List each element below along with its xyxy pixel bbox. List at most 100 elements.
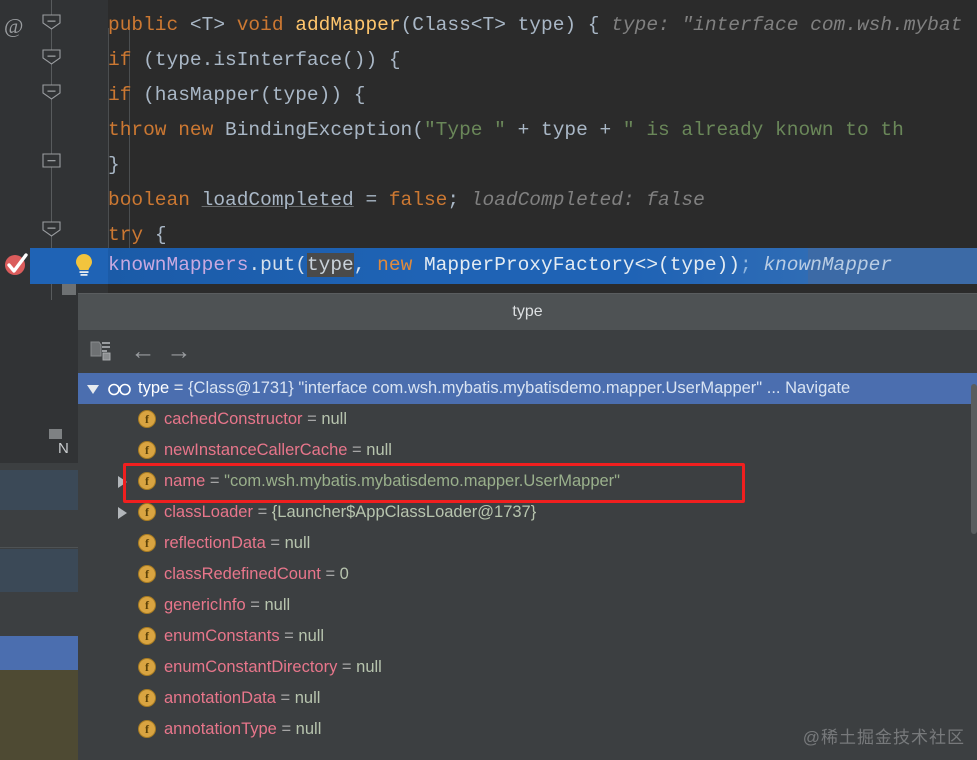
- field-icon: f: [138, 627, 156, 645]
- navigate-forward-icon[interactable]: →: [164, 334, 194, 368]
- code-token: throw new: [108, 119, 226, 141]
- variable-equals: =: [341, 658, 357, 676]
- variable-row-text: enumConstants = null: [164, 621, 324, 652]
- variable-equals: =: [209, 472, 225, 490]
- variable-name: classLoader: [164, 503, 258, 521]
- code-line[interactable]: throw new BindingException("Type " + typ…: [108, 113, 904, 148]
- variable-tree-row[interactable]: f reflectionData = null: [78, 528, 977, 559]
- popup-title: type: [78, 294, 977, 330]
- variable-tree-row[interactable]: f enumConstantDirectory = null: [78, 652, 977, 683]
- left-strip-row-a[interactable]: [0, 470, 78, 510]
- popup-scrollbar[interactable]: [971, 294, 977, 760]
- variable-value: "interface com.wsh.mybatis.mybatisdemo.m…: [298, 379, 763, 397]
- inspect-variable-popup[interactable]: type ← → type = {Class@1731} "interface …: [78, 293, 977, 760]
- variable-tree-row[interactable]: f classLoader = {Launcher$AppClassLoader@…: [78, 497, 977, 528]
- variable-tree-row[interactable]: f name = "com.wsh.mybatis.mybatisdemo.map…: [78, 466, 977, 497]
- code-editor[interactable]: @ public <T> void addMapper(Class<T> typ…: [0, 0, 977, 300]
- variable-name: enumConstants: [164, 627, 285, 645]
- field-icon: f: [138, 720, 156, 738]
- expand-arrow-right-icon[interactable]: [115, 475, 129, 489]
- variable-row-text: genericInfo = null: [164, 590, 290, 621]
- variable-value: null: [284, 534, 311, 552]
- field-icon: f: [138, 441, 156, 459]
- navigate-back-icon[interactable]: ←: [128, 334, 158, 368]
- variable-tree-row[interactable]: f classRedefinedCount = 0: [78, 559, 977, 590]
- variable-name: annotationData: [164, 689, 281, 707]
- fold-minus-icon[interactable]: [42, 49, 61, 65]
- field-icon: f: [138, 472, 156, 490]
- code-token: }: [108, 154, 120, 176]
- fold-minus-icon[interactable]: [42, 153, 61, 169]
- expand-arrow-right-icon[interactable]: [115, 506, 129, 520]
- exec-code-line[interactable]: knownMappers.put(type, new MapperProxyFa…: [108, 248, 892, 283]
- field-icon: f: [138, 503, 156, 521]
- variable-tree[interactable]: type = {Class@1731} "interface com.wsh.m…: [78, 373, 977, 760]
- left-strip-icon-row[interactable]: [0, 510, 78, 548]
- variable-tree-row[interactable]: f cachedConstructor = null: [78, 404, 977, 435]
- code-token: public: [108, 14, 190, 36]
- variable-navigate-link[interactable]: ... Navigate: [762, 379, 850, 397]
- code-line[interactable]: if (type.isInterface()) {: [108, 43, 401, 78]
- variable-tree-row[interactable]: f annotationData = null: [78, 683, 977, 714]
- intention-bulb-icon[interactable]: [73, 252, 95, 278]
- code-token: loadCompleted: [201, 189, 354, 211]
- exec-field-token: knownMappers: [108, 254, 249, 276]
- code-token: "interface com.wsh.mybat: [681, 14, 963, 36]
- variable-row-text: classRedefinedCount = 0: [164, 559, 349, 590]
- variable-name: cachedConstructor: [164, 410, 308, 428]
- exec-inline-hint: knownMapper: [751, 254, 893, 276]
- code-line[interactable]: public <T> void addMapper(Class<T> type)…: [108, 8, 962, 43]
- variable-equals: =: [307, 410, 322, 428]
- left-strip-selected-row[interactable]: [0, 636, 78, 670]
- screenshot-root: N ↑ ↓ ache.ibati @: [0, 0, 977, 760]
- variable-equals: =: [250, 596, 265, 614]
- code-token: (Class<T> type) {: [400, 14, 600, 36]
- code-token: void: [236, 14, 296, 36]
- variable-name: newInstanceCallerCache: [164, 441, 353, 459]
- variable-value: null: [366, 441, 392, 459]
- variable-tree-row[interactable]: f genericInfo = null: [78, 590, 977, 621]
- code-line[interactable]: }: [108, 148, 120, 183]
- exec-line-gutter-background: [30, 248, 108, 284]
- exec-token: ;: [739, 254, 752, 276]
- variable-tree-row[interactable]: f enumConstants = null: [78, 621, 977, 652]
- code-token: boolean: [108, 189, 202, 211]
- code-token: + type +: [505, 119, 623, 141]
- expand-arrow-down-icon[interactable]: [86, 382, 100, 396]
- left-strip-toolbar: ↑ ↓: [0, 592, 78, 636]
- editor-scroll-marker[interactable]: [62, 284, 76, 295]
- field-icon: f: [138, 658, 156, 676]
- exec-token: MapperProxyFactory<>(type)): [412, 254, 740, 276]
- annotation-at-icon[interactable]: @: [4, 16, 23, 37]
- variable-tree-row[interactable]: f newInstanceCallerCache = null: [78, 435, 977, 466]
- code-token: type:: [599, 14, 682, 36]
- variable-row-text: cachedConstructor = null: [164, 404, 347, 435]
- fold-minus-icon[interactable]: [42, 14, 61, 30]
- popup-scrollbar-thumb[interactable]: [971, 384, 977, 534]
- variable-value: null: [295, 720, 322, 738]
- variable-value: null: [294, 689, 321, 707]
- variable-equals: =: [281, 720, 296, 738]
- variable-tree-row[interactable]: type = {Class@1731} "interface com.wsh.m…: [78, 373, 977, 404]
- code-line[interactable]: if (hasMapper(type)) {: [108, 78, 365, 113]
- variable-name: enumConstantDirectory: [164, 658, 342, 676]
- field-icon: f: [138, 689, 156, 707]
- breakpoint-verified-icon[interactable]: [4, 252, 29, 277]
- variable-value: null: [264, 596, 291, 614]
- fold-minus-icon[interactable]: [42, 84, 61, 100]
- exec-token: ,: [353, 254, 378, 276]
- variable-value: null: [321, 410, 347, 428]
- left-strip-olive-row[interactable]: ache.ibati: [0, 670, 78, 760]
- left-strip-row-b[interactable]: [0, 549, 78, 592]
- variable-equals: =: [257, 503, 272, 521]
- exec-selected-token: type: [306, 253, 354, 277]
- inspect-variable-icon[interactable]: [90, 340, 114, 362]
- variable-row-text: name = "com.wsh.mybatis.mybatisdemo.mapp…: [164, 466, 620, 497]
- field-icon: f: [138, 596, 156, 614]
- variable-reference: {Class@1731}: [188, 379, 299, 397]
- code-token: loadCompleted: false: [459, 189, 705, 211]
- fold-minus-icon[interactable]: [42, 221, 61, 237]
- field-icon: f: [138, 410, 156, 428]
- code-line[interactable]: boolean loadCompleted = false; loadCompl…: [108, 183, 705, 218]
- variable-name: type: [138, 379, 174, 397]
